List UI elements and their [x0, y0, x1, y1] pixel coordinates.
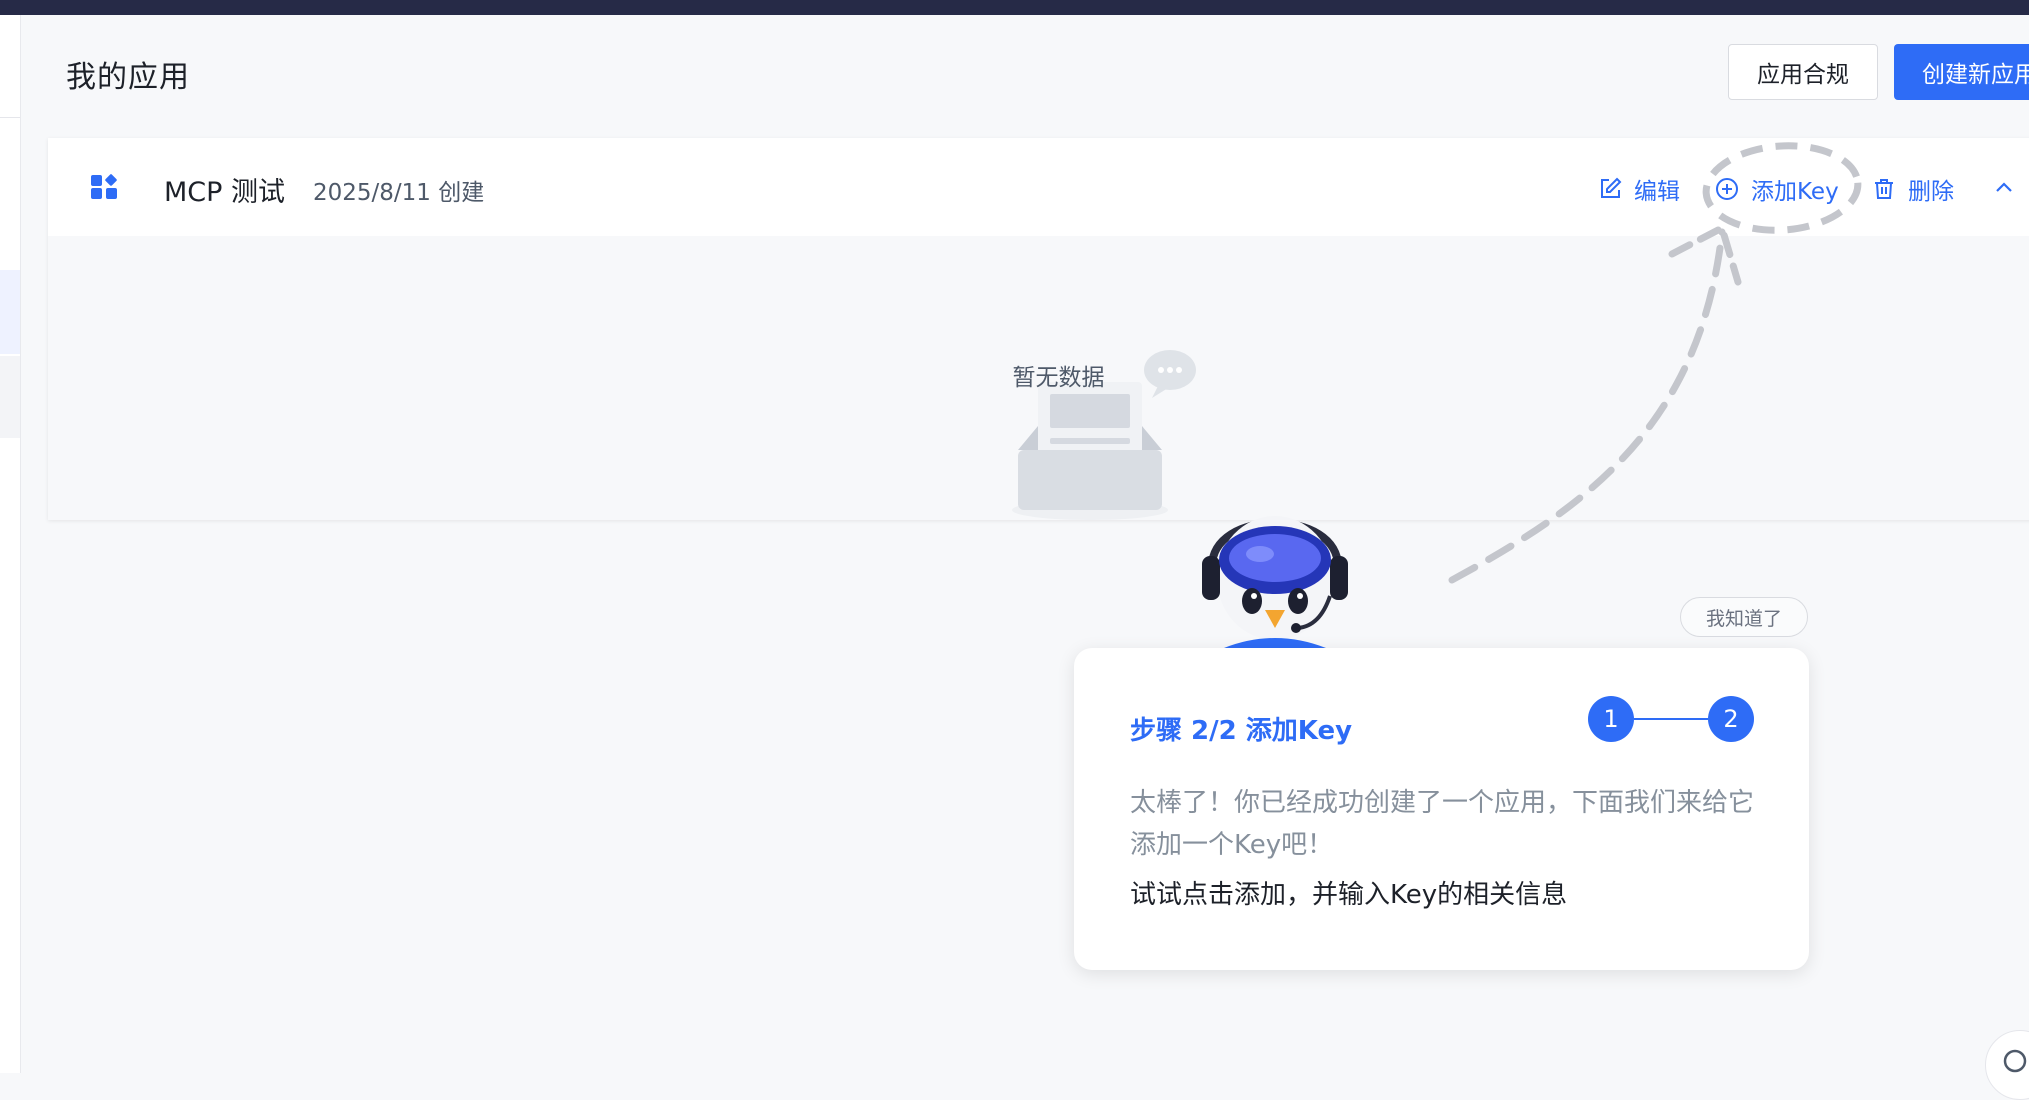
page-title: 我的应用 — [66, 60, 190, 95]
step-indicator-1: 1 — [1588, 696, 1634, 742]
chat-icon — [2003, 1049, 2027, 1073]
sidebar-divider — [0, 117, 20, 118]
step-indicator-2: 2 — [1708, 696, 1754, 742]
left-sidebar — [0, 15, 21, 1073]
mascot-icon — [1202, 516, 1348, 648]
top-navigation-bar — [0, 0, 2029, 15]
delete-label: 删除 — [1908, 179, 1954, 205]
guide-stepper: 1 2 — [1588, 696, 1754, 742]
guide-tooltip-card: 步骤 2/2 添加Key 1 2 太棒了！你已经成功创建了一个应用，下面我们来给… — [1074, 648, 1809, 970]
create-app-button[interactable]: 创建新应用 — [1894, 44, 2029, 100]
app-created-date: 2025/8/11 创建 — [313, 180, 485, 206]
guide-description: 太棒了！你已经成功创建了一个应用，下面我们来给它添加一个Key吧！ — [1130, 788, 1755, 860]
apps-grid-icon — [91, 174, 117, 199]
sidebar-item-active[interactable] — [0, 270, 20, 354]
stepper-connector — [1634, 718, 1708, 720]
guide-step-title: 步骤 2/2 添加Key — [1130, 716, 1353, 746]
guide-arrow — [1448, 142, 1862, 584]
chevron-up-icon[interactable] — [1992, 176, 2016, 200]
got-it-button[interactable]: 我知道了 — [1680, 597, 1808, 637]
app-name: MCP 测试 — [164, 177, 286, 208]
app-compliance-button[interactable]: 应用合规 — [1728, 44, 1878, 100]
delete-button[interactable]: 删除 — [1872, 172, 1954, 206]
guide-instruction: 试试点击添加，并输入Key的相关信息 — [1130, 880, 1568, 910]
